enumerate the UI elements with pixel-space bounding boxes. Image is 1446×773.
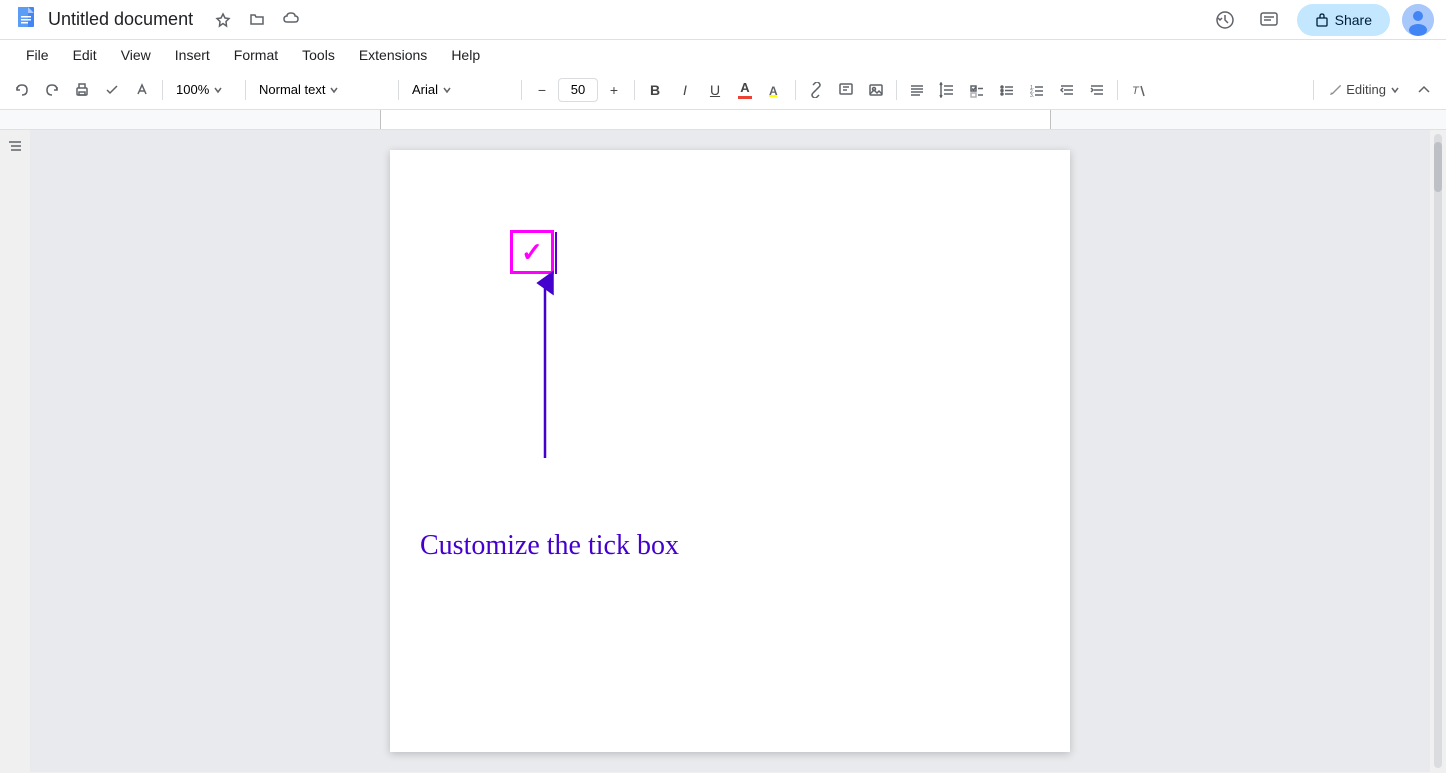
- add-comment-button[interactable]: [832, 76, 860, 104]
- italic-button[interactable]: I: [671, 76, 699, 104]
- cloud-save-button[interactable]: [277, 6, 305, 34]
- title-bar-right: Share: [1209, 4, 1434, 36]
- annotation-text: Customize the tick box: [420, 530, 679, 562]
- checklist-button[interactable]: [963, 76, 991, 104]
- insert-image-button[interactable]: [862, 76, 890, 104]
- menu-extensions[interactable]: Extensions: [349, 43, 437, 67]
- scrollbar-thumb[interactable]: [1434, 142, 1442, 192]
- menu-file[interactable]: File: [16, 43, 59, 67]
- menu-insert[interactable]: Insert: [165, 43, 220, 67]
- editing-mode-label: Editing: [1346, 82, 1386, 97]
- user-avatar[interactable]: [1402, 4, 1434, 36]
- svg-text:3.: 3.: [1030, 93, 1034, 98]
- separator-9: [1313, 80, 1314, 100]
- indent-more-button[interactable]: [1083, 76, 1111, 104]
- font-style-value: Normal text: [259, 82, 325, 97]
- alignment-button[interactable]: [903, 76, 931, 104]
- outline-icon-button[interactable]: [6, 138, 24, 161]
- right-panel: [1430, 130, 1446, 772]
- collapse-toolbar-button[interactable]: [1410, 76, 1438, 104]
- font-family-value: Arial: [412, 82, 438, 97]
- bullet-list-button[interactable]: [993, 76, 1021, 104]
- editing-mode-button[interactable]: Editing: [1320, 76, 1408, 104]
- font-size-input[interactable]: [558, 78, 598, 102]
- title-bar: Untitled document: [0, 0, 1446, 40]
- comments-button[interactable]: [1253, 4, 1285, 36]
- bold-button[interactable]: B: [641, 76, 669, 104]
- share-button[interactable]: Share: [1297, 4, 1390, 36]
- separator-7: [896, 80, 897, 100]
- separator-1: [162, 80, 163, 100]
- redo-button[interactable]: [38, 76, 66, 104]
- underline-button[interactable]: U: [701, 76, 729, 104]
- menu-edit[interactable]: Edit: [63, 43, 107, 67]
- ruler: [0, 110, 1446, 130]
- font-style-select[interactable]: Normal text: [252, 76, 392, 104]
- ruler-inner: [0, 110, 1446, 129]
- zoom-select[interactable]: 100%: [169, 76, 239, 104]
- zoom-value: 100%: [176, 82, 209, 97]
- menu-format[interactable]: Format: [224, 43, 288, 67]
- title-bar-left: Untitled document: [12, 6, 1209, 34]
- left-panel: [0, 130, 30, 772]
- menu-tools[interactable]: Tools: [292, 43, 345, 67]
- text-color-button[interactable]: A: [731, 76, 759, 104]
- separator-4: [521, 80, 522, 100]
- menu-view[interactable]: View: [111, 43, 161, 67]
- separator-6: [795, 80, 796, 100]
- font-family-select[interactable]: Arial: [405, 76, 515, 104]
- print-button[interactable]: [68, 76, 96, 104]
- title-action-icons: [209, 6, 305, 34]
- font-size-decrease-button[interactable]: −: [528, 76, 556, 104]
- spellcheck-button[interactable]: [98, 76, 126, 104]
- toolbar: 100% Normal text Arial − + B I U A: [0, 70, 1446, 110]
- undo-button[interactable]: [8, 76, 36, 104]
- history-button[interactable]: [1209, 4, 1241, 36]
- document-page[interactable]: ✓ Customize the tick box: [390, 150, 1070, 752]
- ruler-white-area: [380, 110, 1051, 129]
- annotation-arrow: [530, 268, 590, 468]
- tick-checkmark: ✓: [521, 237, 543, 268]
- svg-text:T: T: [1132, 85, 1140, 97]
- indent-less-button[interactable]: [1053, 76, 1081, 104]
- star-button[interactable]: [209, 6, 237, 34]
- separator-5: [634, 80, 635, 100]
- separator-8: [1117, 80, 1118, 100]
- menu-help[interactable]: Help: [441, 43, 490, 67]
- numbered-list-button[interactable]: 1. 2. 3.: [1023, 76, 1051, 104]
- font-size-increase-button[interactable]: +: [600, 76, 628, 104]
- main-area: ✓ Customize the tick box: [0, 130, 1446, 772]
- paint-format-button[interactable]: [128, 76, 156, 104]
- menu-bar: File Edit View Insert Format Tools Exten…: [0, 40, 1446, 70]
- link-button[interactable]: [802, 76, 830, 104]
- move-to-folder-button[interactable]: [243, 6, 271, 34]
- docs-app-icon[interactable]: [12, 6, 40, 34]
- highlight-button[interactable]: A: [761, 76, 789, 104]
- scrollbar-track[interactable]: [1434, 134, 1442, 768]
- separator-3: [398, 80, 399, 100]
- document-title[interactable]: Untitled document: [48, 9, 193, 30]
- line-spacing-button[interactable]: [933, 76, 961, 104]
- scroll-area[interactable]: ✓ Customize the tick box: [30, 130, 1430, 772]
- clear-format-button[interactable]: T: [1124, 76, 1152, 104]
- share-label: Share: [1335, 12, 1372, 28]
- separator-2: [245, 80, 246, 100]
